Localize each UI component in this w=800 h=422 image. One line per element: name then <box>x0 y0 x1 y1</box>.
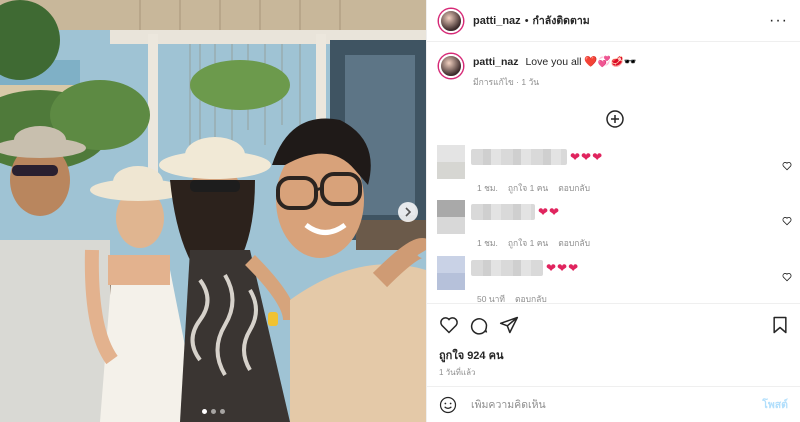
carousel-next-button[interactable] <box>398 202 418 222</box>
comment-time: 1 ชม. <box>477 238 498 248</box>
comment-avatar[interactable] <box>437 145 465 179</box>
comment-reply-button[interactable]: ตอบกลับ <box>558 181 590 195</box>
comment-time: 1 ชม. <box>477 183 498 193</box>
comment-likes[interactable]: ถูกใจ 1 คน <box>508 236 548 250</box>
action-bar <box>427 303 800 347</box>
comment-text: ❤❤❤ <box>546 261 580 275</box>
comment-like-heart-icon[interactable] <box>782 216 792 226</box>
comment-username-blurred <box>471 260 543 276</box>
like-heart-icon[interactable] <box>439 315 459 335</box>
header-separator: • <box>524 14 529 27</box>
comment-text: ❤❤❤ <box>570 150 604 164</box>
comment-like-heart-icon[interactable] <box>782 161 792 171</box>
comment-composer: โพสต์ <box>427 386 800 422</box>
chevron-right-icon <box>405 207 412 217</box>
more-options-icon[interactable]: ··· <box>769 12 788 28</box>
caption-username[interactable]: patti_naz <box>473 56 519 68</box>
post-timestamp[interactable]: 1 วันที่แล้ว <box>439 366 475 379</box>
comment-item: ❤❤❤ 1 ชม. ถูกใจ 1 คน ตอบกลับ <box>437 145 792 195</box>
comment-username-blurred <box>471 204 535 220</box>
comment-likes[interactable]: ถูกใจ 1 คน <box>508 181 548 195</box>
author-username[interactable]: patti_naz <box>473 15 521 27</box>
comment-like-heart-icon[interactable] <box>782 272 792 282</box>
following-button[interactable]: กำลังติดตาม <box>533 12 590 29</box>
carousel-dot <box>210 409 216 414</box>
load-more-comments-icon[interactable] <box>606 110 624 128</box>
emoji-icon[interactable] <box>439 396 457 414</box>
caption-meta: มีการแก้ไข · 1 วัน <box>473 77 540 87</box>
avatar[interactable] <box>439 54 463 78</box>
share-send-icon[interactable] <box>499 315 519 335</box>
post-photo[interactable] <box>0 0 426 422</box>
carousel-dot <box>219 409 225 414</box>
comment-input[interactable] <box>471 398 763 411</box>
save-bookmark-icon[interactable] <box>770 315 790 335</box>
comment-avatar[interactable] <box>437 256 465 290</box>
post-comment-button[interactable]: โพสต์ <box>762 396 788 413</box>
carousel-indicator <box>0 409 426 414</box>
comment-username-blurred <box>471 149 567 165</box>
carousel-dot <box>201 409 207 414</box>
comment-bubble-icon[interactable] <box>469 315 489 335</box>
post-header: patti_naz • กำลังติดตาม ··· <box>427 0 800 42</box>
comment-reply-button[interactable]: ตอบกลับ <box>558 236 590 250</box>
comment-avatar[interactable] <box>437 200 465 234</box>
likes-count[interactable]: ถูกใจ 924 คน <box>439 346 503 364</box>
avatar[interactable] <box>439 8 463 33</box>
caption: patti_naz Love you all ❤️💞🥩🕶️ มีการแก้ไข… <box>427 42 800 89</box>
comment-item: ❤❤ 1 ชม. ถูกใจ 1 คน ตอบกลับ <box>437 200 792 250</box>
instagram-post-modal: patti_naz • กำลังติดตาม ··· patti_naz Lo… <box>0 0 800 422</box>
comment-text: ❤❤ <box>538 205 561 219</box>
comment-item: ❤❤❤ 50 นาที ตอบกลับ <box>437 256 792 306</box>
group-selfie-image <box>0 0 426 422</box>
caption-text: Love you all ❤️💞🥩🕶️ <box>525 56 637 68</box>
post-sidebar: patti_naz • กำลังติดตาม ··· patti_naz Lo… <box>426 0 800 422</box>
